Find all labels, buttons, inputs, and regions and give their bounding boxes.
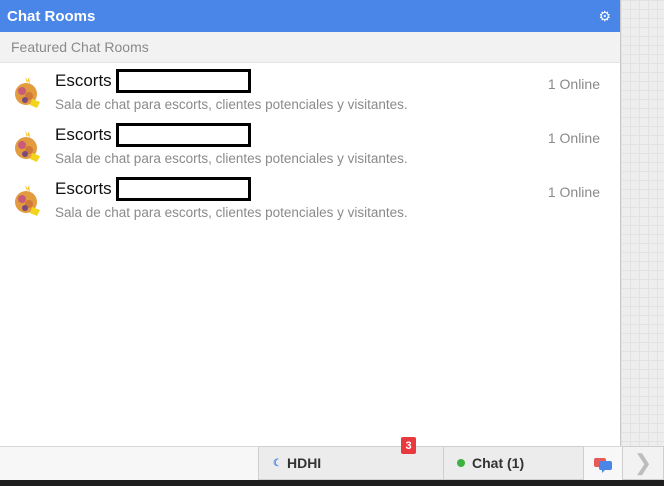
online-count: 1 Online xyxy=(547,76,600,92)
online-dot-icon xyxy=(457,459,465,467)
room-description: Sala de chat para escorts, clientes pote… xyxy=(55,151,408,166)
online-count: 1 Online xyxy=(547,184,600,200)
tab-hdhi-label: HDHI xyxy=(286,455,322,471)
chat-room-item[interactable]: Escorts 1 Online Sala de chat para escor… xyxy=(0,117,620,171)
redaction-box xyxy=(116,69,251,93)
tab-hdhi[interactable]: ☾ HDHI 3 xyxy=(258,437,444,480)
tab-chat[interactable]: Chat (1) xyxy=(444,446,584,480)
room-description: Sala de chat para escorts, clientes pote… xyxy=(55,205,408,220)
room-avatar-icon xyxy=(15,131,40,162)
moon-icon: ☾ xyxy=(273,457,282,469)
chat-rooms-panel: Chat Rooms ⚙ Featured Chat Rooms Escorts… xyxy=(0,0,621,446)
redaction-box xyxy=(116,177,251,201)
online-count: 1 Online xyxy=(547,130,600,146)
chat-room-item[interactable]: Escorts 1 Online Sala de chat para escor… xyxy=(0,171,620,225)
chevron-right-icon: ❯ xyxy=(633,450,653,475)
panel-title: Chat Rooms xyxy=(7,7,96,25)
tab-chat-label: Chat (1) xyxy=(472,455,525,471)
room-name: Escorts xyxy=(55,125,112,144)
expand-button[interactable]: ❯ xyxy=(622,446,664,480)
gear-icon[interactable]: ⚙ xyxy=(598,9,611,23)
bottom-chat-bar: ☾ HDHI 3 Chat (1) ❯ xyxy=(0,437,664,480)
section-label: Featured Chat Rooms xyxy=(11,39,149,55)
room-avatar-icon xyxy=(15,77,40,108)
room-avatar-icon xyxy=(15,185,40,216)
bar-spacer xyxy=(0,446,258,480)
panel-header: Chat Rooms ⚙ xyxy=(0,0,620,32)
room-description: Sala de chat para escorts, clientes pote… xyxy=(55,97,408,112)
notification-badge: 3 xyxy=(401,437,416,454)
chat-room-item[interactable]: Escorts 1 Online Sala de chat para escor… xyxy=(0,63,620,117)
redaction-box xyxy=(116,123,251,147)
room-name: Escorts xyxy=(55,179,112,198)
chat-bubbles-icon xyxy=(594,457,612,473)
chat-bubbles-button[interactable] xyxy=(584,446,622,480)
featured-section-header: Featured Chat Rooms xyxy=(0,32,620,63)
room-name: Escorts xyxy=(55,71,112,90)
taskbar-edge xyxy=(0,480,664,486)
